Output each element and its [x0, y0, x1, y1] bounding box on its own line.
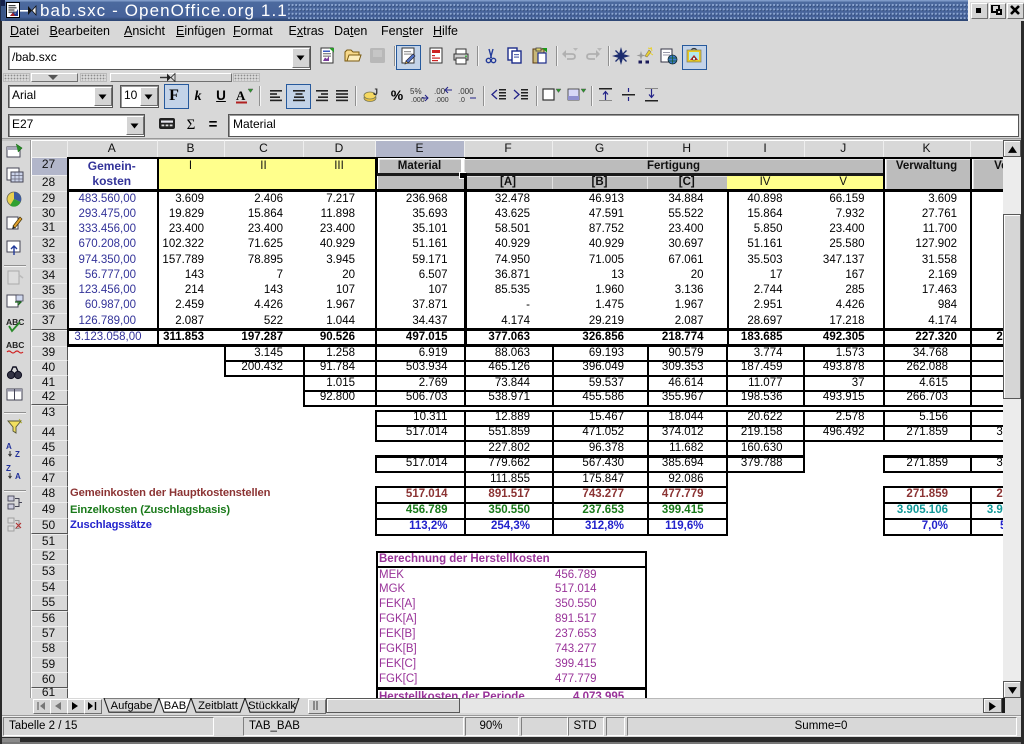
- svg-text:BAB: BAB: [164, 700, 186, 712]
- svg-text:Z: Z: [6, 464, 11, 473]
- svg-text:Zeitblatt: Zeitblatt: [198, 700, 239, 712]
- svg-text:J: J: [373, 87, 378, 97]
- svg-text:A: A: [6, 442, 12, 451]
- svg-text:A: A: [236, 88, 246, 103]
- svg-text:.0: .0: [459, 97, 465, 104]
- svg-text:.000: .000: [435, 97, 449, 104]
- svg-text:A: A: [15, 472, 21, 480]
- svg-text:Aufgabe: Aufgabe: [111, 700, 153, 712]
- svg-text:.00: .00: [434, 87, 446, 96]
- svg-text:Stückkalk: Stückkalk: [248, 700, 296, 712]
- svg-text:5%: 5%: [410, 87, 422, 96]
- svg-text:Z: Z: [15, 450, 20, 458]
- svg-text:.000: .000: [458, 87, 474, 96]
